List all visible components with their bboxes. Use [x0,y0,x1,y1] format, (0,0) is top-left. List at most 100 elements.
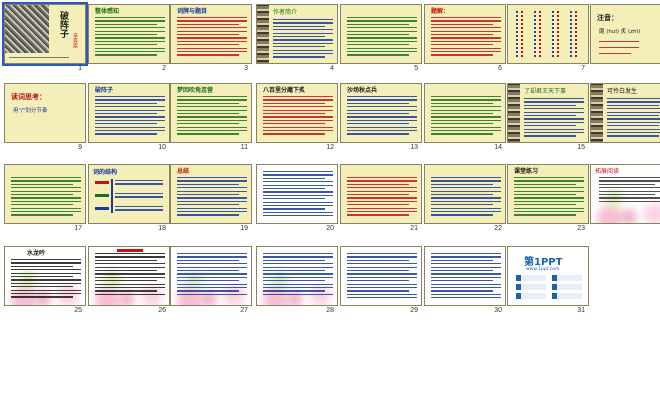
slide-preview[interactable]: 梦回吹角连营 [170,83,252,143]
link-block [516,293,546,299]
slide-thumbnail-19[interactable]: 总结 19 [170,164,252,234]
vertical-text-column [575,11,577,57]
text-line [347,270,409,272]
slide-preview[interactable]: 拓展阅读 [590,164,660,224]
slide-thumbnail-11[interactable]: 梦回吹角连营 11 [170,83,252,153]
slide-thumbnail-30[interactable]: 30 [424,246,506,316]
slide-number: 20 [326,225,334,232]
slide-preview[interactable]: 总结 [170,164,252,224]
slide-thumbnail-18[interactable]: 词的结构 18 [88,164,170,234]
text-line [347,116,417,118]
vertical-text-column [570,11,572,57]
slide-preview[interactable]: 课堂练习 [507,164,589,224]
slide-thumbnail-27[interactable]: 27 [170,246,252,316]
link-block [552,275,582,281]
slide-preview[interactable]: 破阵子 [88,83,170,143]
slide-thumbnail-17[interactable]: 17 [4,164,86,234]
slide-preview[interactable]: 作者简介 [256,4,338,64]
slide-thumbnail-15[interactable]: 了却君王天下事 15 [507,83,589,153]
slide-thumbnail-26[interactable]: 26 [88,246,170,316]
text-line [431,204,493,206]
slide-thumbnail-16[interactable]: 可怜白发生16 [590,83,660,153]
slide-thumbnail-2[interactable]: 整体感知 2 [88,4,170,74]
text-line [95,20,165,22]
slide-preview[interactable]: 读词思考： 用"/"划分节奏 [4,83,86,143]
slide-preview[interactable]: 整体感知 [88,4,170,64]
slide-preview[interactable] [424,83,506,143]
text-line [263,109,333,111]
text-line [599,197,660,199]
text-line [347,96,417,98]
text-line [599,190,660,192]
text-line [347,290,409,292]
text-line [607,104,659,107]
slide-preview[interactable]: 了却君王天下事 [507,83,589,143]
text-line [431,266,501,268]
slide-preview[interactable]: 水龙吟 [4,246,86,306]
slide-thumbnail-28[interactable]: 28 [256,246,338,316]
slide-thumbnail-22[interactable]: 22 [424,164,506,234]
slide-thumbnail-5[interactable]: 5 [340,4,422,74]
text-line [177,280,239,282]
text-line [95,23,157,26]
slide-preview[interactable] [340,246,422,306]
slide-thumbnail-29[interactable]: 29 [340,246,422,316]
slide-preview[interactable]: 八百里分麾下炙 [256,83,338,143]
text-line [431,256,501,258]
slide-thumbnail-9[interactable]: 读词思考： 用"/"划分节奏 9 [4,83,86,153]
slide-number: 17 [74,225,82,232]
slide-thumbnail-6[interactable]: 题解： 6 [424,4,506,74]
slide-preview[interactable] [170,246,252,306]
slide-preview[interactable]: 沙场秋点兵 [340,83,422,143]
slide-preview[interactable]: 第1PPT www.1ppt.com [507,246,589,306]
text-line [263,259,325,262]
slide-title: 整体感知 [95,8,120,15]
text-line [9,57,69,59]
slide-preview[interactable] [88,246,170,306]
text-line [431,116,501,118]
slide-preview[interactable]: 破阵子 辛弃疾 [2,2,88,66]
vertical-text-column [539,11,541,57]
slide-preview[interactable] [424,164,506,224]
slide-thumbnail-10[interactable]: 破阵子 10 [88,83,170,153]
slide-thumbnail-3[interactable]: 词牌与题目 3 [170,4,252,74]
text-line [177,23,239,26]
slide-thumbnail-21[interactable]: 21 [340,164,422,234]
text-line [95,253,165,255]
slide-title: 课堂练习 [514,168,539,175]
text-line [431,283,501,285]
text-line [177,126,247,128]
text-line [177,51,247,53]
slide-preview[interactable]: 题解： [424,4,506,64]
slide-preview[interactable]: 注音： 麾 (huī) 炙 (zhì) [590,4,660,64]
slide-preview[interactable] [4,164,86,224]
slide-thumbnail-13[interactable]: 沙场秋点兵 13 [340,83,422,153]
text-line [11,286,73,288]
text-line [177,283,247,285]
text-line [347,34,409,36]
slide-thumbnail-1[interactable]: 破阵子 辛弃疾 1 [2,2,88,74]
slide-thumbnail-23[interactable]: 课堂练习 23 [507,164,589,234]
text-line [431,23,493,26]
slide-thumbnail-31[interactable]: 第1PPT www.1ppt.com 31 [507,246,589,316]
slide-thumbnail-7[interactable]: 7 [507,4,589,74]
slide-thumbnail-24[interactable]: 拓展阅读24 [590,164,660,234]
slide-thumbnail-14[interactable]: 14 [424,83,506,153]
slide-number: 14 [494,144,502,151]
slide-preview[interactable] [507,4,589,64]
text-line [431,17,501,19]
slide-preview[interactable] [256,164,338,224]
slide-preview[interactable]: 可怜白发生 [590,83,660,143]
slide-preview[interactable] [340,164,422,224]
slide-preview[interactable] [256,246,338,306]
slide-thumbnail-4[interactable]: 作者简介 4 [256,4,338,74]
slide-thumbnail-8[interactable]: 注音：麾 (huī) 炙 (zhì)8 [590,4,660,74]
slide-thumbnail-25[interactable]: 水龙吟 25 [4,246,86,316]
text-line [431,47,501,49]
slide-preview[interactable] [424,246,506,306]
slide-thumbnail-12[interactable]: 八百里分麾下炙 12 [256,83,338,153]
slide-preview[interactable]: 词的结构 [88,164,170,224]
slide-thumbnail-20[interactable]: 20 [256,164,338,234]
slide-preview[interactable]: 词牌与题目 [170,4,252,64]
slide-preview[interactable] [340,4,422,64]
